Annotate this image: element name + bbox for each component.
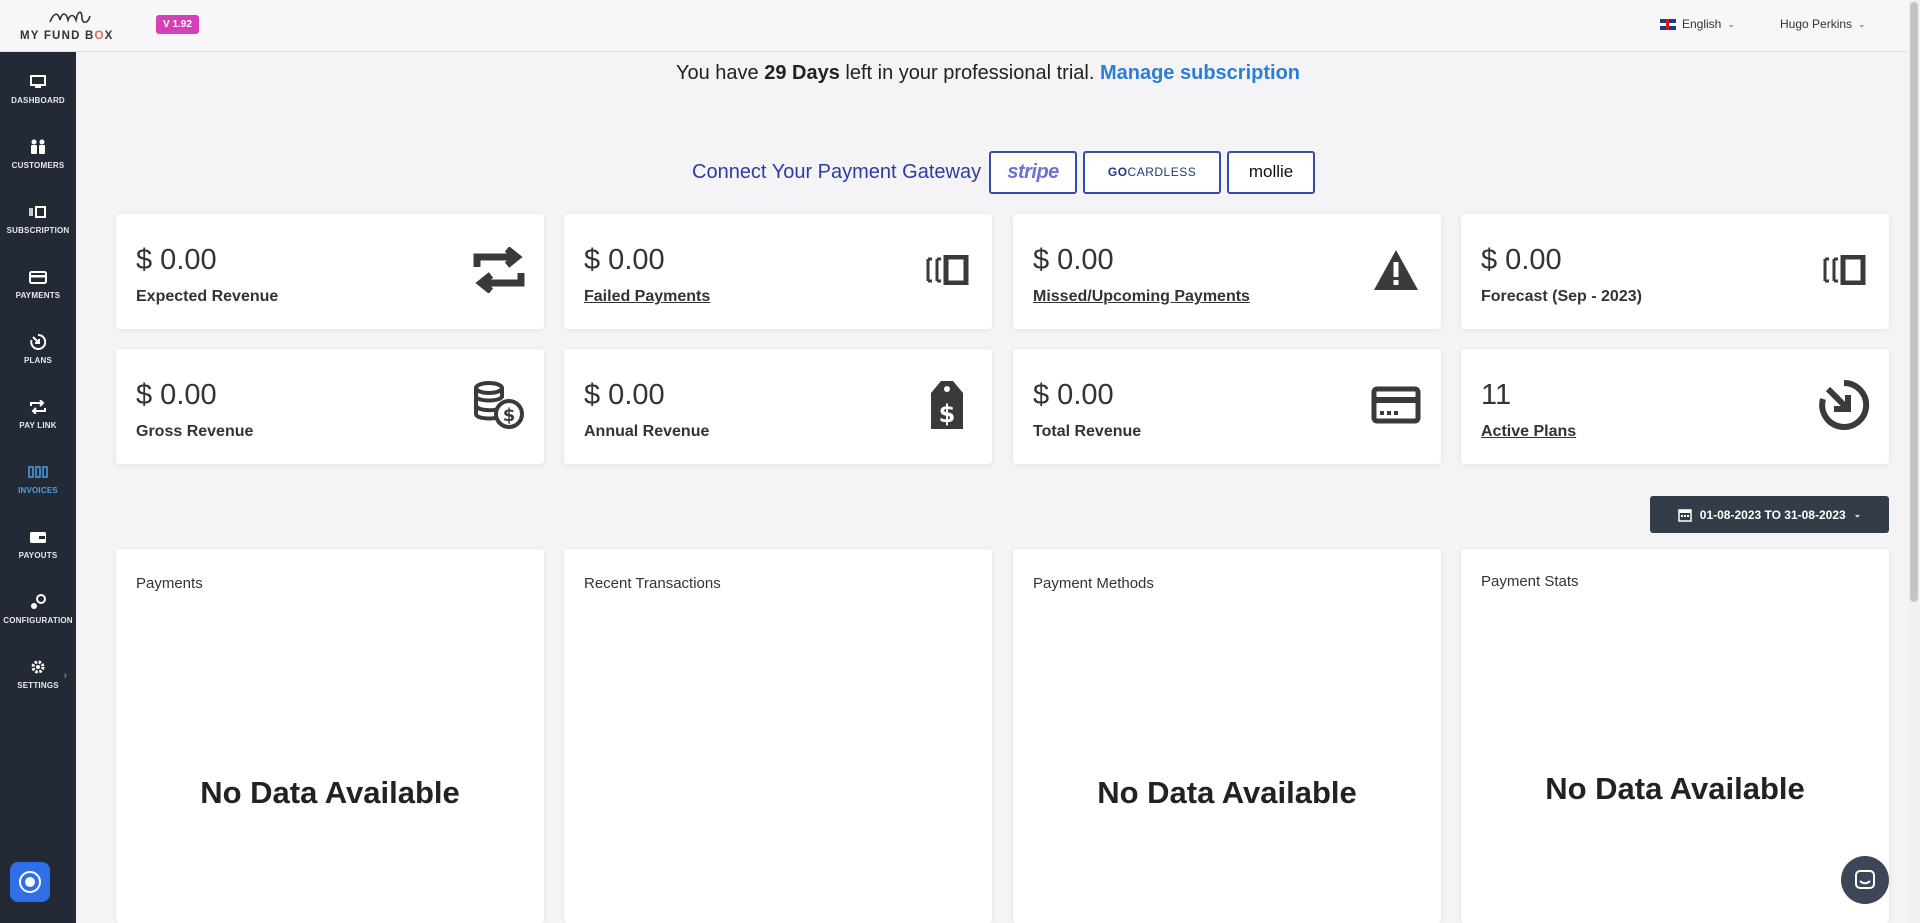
missed-payments-link[interactable]: Missed/Upcoming Payments: [1033, 288, 1250, 306]
stat-card-missed-payments: $ 0.00 Missed/Upcoming Payments: [1013, 214, 1441, 329]
subscription-icon: [920, 244, 974, 296]
failed-payments-link[interactable]: Failed Payments: [584, 288, 710, 306]
warning-icon: [1369, 244, 1423, 296]
svg-text:$: $: [939, 400, 956, 428]
subscription-icon: [1817, 244, 1871, 296]
date-range-label: 01-08-2023 TO 31-08-2023: [1699, 507, 1846, 522]
language-selector[interactable]: English ⌄: [1660, 17, 1735, 31]
repeat-icon: [28, 399, 48, 415]
chevron-down-icon: ⌄: [1858, 18, 1866, 29]
panel-recent-transactions: Recent Transactions: [564, 549, 992, 923]
no-data-message: No Data Available: [1097, 775, 1357, 810]
date-range-picker[interactable]: 01-08-2023 TO 31-08-2023 ⌄: [1650, 496, 1889, 533]
monitor-icon: [28, 74, 48, 90]
credit-card-icon: [1369, 379, 1423, 431]
sidebar-item-invoices[interactable]: INVOICES: [0, 447, 76, 512]
panel-title: Payments: [136, 575, 203, 592]
user-name: Hugo Perkins: [1780, 17, 1853, 31]
plans-icon: [1817, 379, 1871, 431]
mollie-button[interactable]: mollie: [1227, 150, 1316, 194]
gear-icon: [28, 659, 48, 675]
svg-text:$: $: [503, 405, 516, 426]
payment-gateway-bar: Connect Your Payment Gateway stripe GO CA…: [692, 150, 1316, 194]
sidebar-item-customers[interactable]: CUSTOMERS: [0, 122, 76, 187]
sidebar: DASHBOARD CUSTOMERS SUBSCRIPTION PAYMENT…: [0, 52, 76, 923]
panel-title: Payment Methods: [1033, 575, 1154, 592]
stripe-button[interactable]: stripe: [989, 150, 1078, 194]
panel-payment-stats: Payment Stats No Data Available: [1461, 549, 1889, 923]
chevron-down-icon: ⌄: [1727, 18, 1735, 29]
sidebar-item-plans[interactable]: PLANS: [0, 317, 76, 382]
wallet-icon: [28, 529, 48, 545]
chevron-down-icon: ⌄: [1853, 509, 1862, 519]
logo-mark-icon: [49, 11, 91, 24]
stat-card-total-revenue: $ 0.00 Total Revenue: [1013, 349, 1441, 464]
stat-card-forecast: $ 0.00 Forecast (Sep - 2023): [1461, 214, 1889, 329]
invoices-icon: [28, 464, 48, 480]
page-scrollbar[interactable]: [1908, 0, 1920, 923]
uk-flag-icon: [1660, 18, 1676, 30]
stat-card-expected-revenue: $ 0.00 Expected Revenue: [116, 214, 544, 329]
credit-card-icon: [28, 269, 48, 285]
plans-icon: [28, 334, 48, 350]
no-data-message: No Data Available: [1545, 771, 1805, 806]
sidebar-item-subscription[interactable]: SUBSCRIPTION: [0, 187, 76, 252]
panel-payments: Payments No Data Available: [116, 549, 544, 923]
sidebar-item-settings[interactable]: SETTINGS ›: [0, 642, 76, 707]
user-menu[interactable]: Hugo Perkins ⌄: [1780, 17, 1866, 31]
panel-title: Recent Transactions: [584, 575, 721, 592]
trial-banner: You have 29 Days left in your profession…: [675, 62, 1300, 84]
stat-card-annual-revenue: $ 0.00 Annual Revenue $: [564, 349, 992, 464]
sidebar-item-pay-link[interactable]: PAY LINK: [0, 382, 76, 447]
stat-card-failed-payments: $ 0.00 Failed Payments: [564, 214, 992, 329]
subscription-icon: [28, 204, 48, 220]
sidebar-item-payouts[interactable]: PAYOUTS: [0, 512, 76, 577]
logo[interactable]: MY FUND BOX: [18, 8, 118, 46]
help-icon: [19, 871, 41, 893]
gocardless-button[interactable]: GO CARDLESS: [1083, 150, 1222, 194]
sidebar-item-dashboard[interactable]: DASHBOARD: [0, 57, 76, 122]
calendar-icon: [1678, 508, 1692, 522]
chevron-right-icon: ›: [63, 670, 67, 681]
manage-subscription-link[interactable]: Manage subscription: [1100, 62, 1300, 84]
chat-icon: [1855, 870, 1875, 889]
repeat-icon: [472, 244, 526, 296]
chat-widget-button[interactable]: [1841, 856, 1889, 904]
stat-card-gross-revenue: $ 0.00 Gross Revenue $: [116, 349, 544, 464]
sidebar-item-payments[interactable]: PAYMENTS: [0, 252, 76, 317]
panel-title: Payment Stats: [1481, 573, 1579, 590]
users-icon: [28, 139, 48, 155]
stat-card-active-plans: 11 Active Plans: [1461, 349, 1889, 464]
price-tag-icon: $: [920, 379, 974, 431]
top-header: MY FUND BOX V 1.92 English ⌄ Hugo Perkin…: [0, 0, 1920, 52]
language-label: English: [1682, 17, 1722, 31]
active-plans-link[interactable]: Active Plans: [1481, 423, 1576, 441]
trial-days: 29 Days: [764, 62, 840, 84]
gateway-label: Connect Your Payment Gateway: [692, 160, 982, 183]
logo-text: MY FUND BOX: [20, 30, 114, 42]
help-widget-button[interactable]: [10, 862, 50, 902]
panel-payment-methods: Payment Methods No Data Available: [1013, 549, 1441, 923]
version-badge: V 1.92: [156, 15, 199, 34]
sidebar-item-configuration[interactable]: CONFIGURATION: [0, 577, 76, 642]
no-data-message: No Data Available: [200, 775, 460, 810]
coins-icon: $: [472, 379, 526, 431]
configuration-icon: [28, 594, 48, 610]
